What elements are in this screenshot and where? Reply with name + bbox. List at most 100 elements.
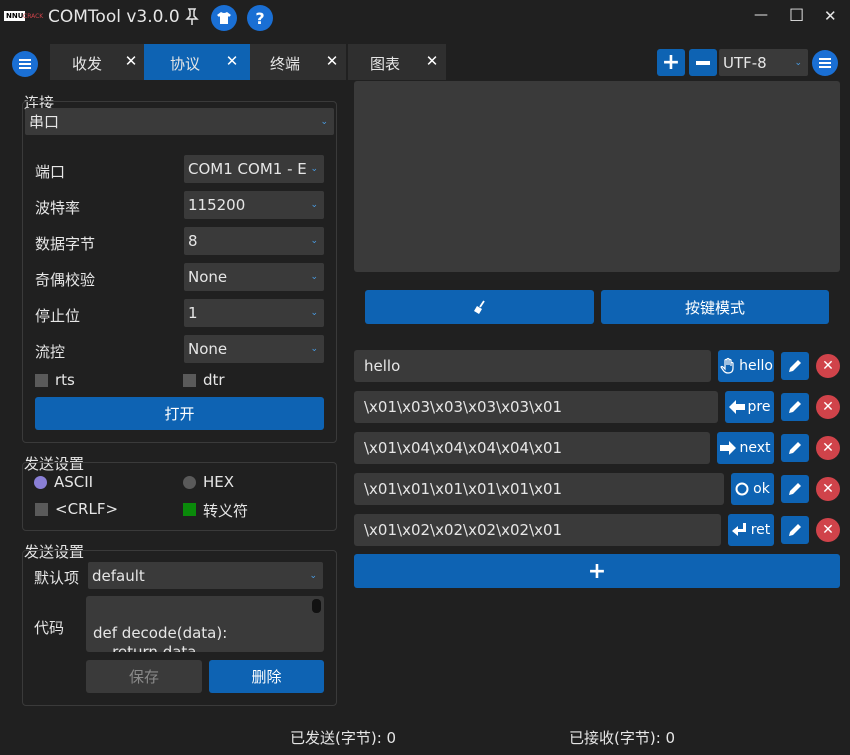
tab-label: 收发 — [72, 55, 103, 73]
delete-icon[interactable]: ✕ — [816, 518, 840, 542]
chevron-down-icon: ⌄ — [320, 116, 328, 127]
settings-menu-icon[interactable] — [812, 50, 838, 76]
edit-icon[interactable] — [781, 434, 809, 462]
crlf-label: <CRLF> — [55, 500, 119, 518]
chevron-down-icon: ⌄ — [794, 57, 802, 68]
delete-icon[interactable]: ✕ — [816, 354, 840, 378]
crlf-checkbox[interactable] — [35, 503, 48, 516]
arrow-left-icon — [728, 400, 745, 414]
shortcut-input[interactable]: \x01\x03\x03\x03\x03\x01 — [354, 391, 718, 423]
edit-icon[interactable] — [781, 516, 809, 544]
chevron-down-icon: ⌄ — [310, 308, 318, 318]
add-tab-button[interactable]: + — [657, 49, 685, 76]
flowcontrol-label: 流控 — [35, 343, 66, 361]
code-line: def decode(data): — [93, 624, 228, 642]
connection-type-select[interactable]: 串口 ⌄ — [25, 108, 334, 135]
escape-label: 转义符 — [203, 502, 249, 520]
shortcut-input[interactable]: \x01\x02\x02\x02\x02\x01 — [354, 514, 721, 546]
tab-terminal[interactable]: 终端 ✕ — [250, 44, 346, 80]
save-button[interactable]: 保存 — [86, 660, 202, 693]
skin-icon[interactable] — [211, 5, 237, 31]
port-label: 端口 — [35, 163, 66, 181]
chevron-down-icon: ⌄ — [309, 570, 317, 581]
close-window-icon[interactable]: ✕ — [824, 7, 837, 25]
clear-button[interactable] — [365, 290, 594, 324]
default-select[interactable]: default ⌄ — [88, 562, 323, 589]
parity-value: None — [188, 268, 228, 286]
shortcut-send-button[interactable]: pre — [725, 391, 774, 423]
return-icon — [731, 523, 746, 536]
rts-label: rts — [55, 371, 75, 389]
code-scrollbar[interactable] — [312, 599, 321, 613]
stopbits-value: 1 — [188, 304, 198, 322]
ascii-label: ASCII — [54, 473, 94, 491]
receive-display[interactable] — [354, 81, 840, 272]
tab-close-icon[interactable]: ✕ — [223, 52, 241, 70]
tab-close-icon[interactable]: ✕ — [423, 52, 441, 70]
tab-protocol[interactable]: 协议 ✕ — [144, 44, 250, 80]
chevron-down-icon: ⌄ — [310, 272, 318, 282]
pin-icon[interactable] — [182, 7, 202, 27]
encoding-value: UTF-8 — [723, 53, 767, 72]
chevron-down-icon: ⌄ — [310, 164, 318, 174]
code-editor[interactable]: def decode(data): return data — [86, 596, 324, 652]
shortcut-send-button[interactable]: hello — [718, 350, 774, 382]
stopbits-label: 停止位 — [35, 307, 81, 325]
encoding-select[interactable]: UTF-8 ⌄ — [719, 49, 808, 76]
chevron-down-icon: ⌄ — [310, 200, 318, 210]
port-select[interactable]: COM1 COM1 - E ⌄ — [184, 155, 324, 183]
key-mode-button[interactable]: 按键模式 — [601, 290, 829, 324]
baudrate-label: 波特率 — [35, 199, 81, 217]
shortcut-button-label: pre — [747, 399, 771, 415]
code-line: return data — [93, 643, 197, 652]
ascii-radio[interactable] — [34, 476, 47, 489]
hex-label: HEX — [203, 473, 235, 491]
window-title: COMTool v3.0.0 — [48, 7, 180, 27]
sent-bytes-status: 已发送(字节): 0 — [290, 729, 397, 747]
logo-bottom-text: CRACK — [23, 13, 44, 20]
default-value: default — [92, 566, 145, 585]
arrow-right-icon — [720, 441, 737, 455]
tab-label: 终端 — [270, 55, 301, 73]
edit-icon[interactable] — [781, 393, 809, 421]
rts-checkbox[interactable] — [35, 374, 48, 387]
shortcut-input[interactable]: \x01\x01\x01\x01\x01\x01 — [354, 473, 724, 505]
delete-button[interactable]: 删除 — [209, 660, 324, 693]
maximize-icon[interactable]: ☐ — [789, 6, 804, 26]
chevron-down-icon: ⌄ — [310, 344, 318, 354]
tab-chart[interactable]: 图表 ✕ — [348, 44, 446, 80]
dtr-checkbox[interactable] — [183, 374, 196, 387]
shortcut-send-button[interactable]: ret — [728, 514, 774, 546]
delete-icon[interactable]: ✕ — [816, 395, 840, 419]
tab-close-icon[interactable]: ✕ — [323, 52, 341, 70]
edit-icon[interactable] — [781, 475, 809, 503]
parity-label: 奇偶校验 — [35, 271, 96, 289]
escape-checkbox[interactable] — [183, 503, 196, 516]
shortcut-button-label: hello — [739, 358, 773, 374]
help-icon[interactable]: ? — [247, 5, 273, 31]
parity-select[interactable]: None ⌄ — [184, 263, 324, 291]
shortcut-send-button[interactable]: next — [717, 432, 774, 464]
dtr-label: dtr — [203, 371, 225, 389]
delete-icon[interactable]: ✕ — [816, 477, 840, 501]
flowcontrol-select[interactable]: None ⌄ — [184, 335, 324, 363]
app-logo: NNU CRACK — [4, 11, 44, 25]
shortcut-input[interactable]: \x01\x04\x04\x04\x04\x01 — [354, 432, 710, 464]
add-shortcut-button[interactable]: + — [354, 554, 840, 588]
databits-select[interactable]: 8 ⌄ — [184, 227, 324, 255]
edit-icon[interactable] — [781, 352, 809, 380]
tab-send-receive[interactable]: 收发 ✕ — [50, 44, 144, 80]
hex-radio[interactable] — [183, 476, 196, 489]
hand-icon — [720, 357, 734, 374]
tab-close-icon[interactable]: ✕ — [122, 52, 140, 70]
minimize-icon[interactable]: — — [754, 7, 768, 23]
shortcut-button-label: next — [739, 440, 771, 456]
remove-tab-button[interactable] — [689, 49, 717, 76]
menu-icon[interactable] — [12, 51, 38, 77]
open-port-button[interactable]: 打开 — [35, 397, 324, 430]
stopbits-select[interactable]: 1 ⌄ — [184, 299, 324, 327]
shortcut-input[interactable]: hello — [354, 350, 711, 382]
delete-icon[interactable]: ✕ — [816, 436, 840, 460]
baudrate-select[interactable]: 115200 ⌄ — [184, 191, 324, 219]
shortcut-send-button[interactable]: ok — [731, 473, 774, 505]
